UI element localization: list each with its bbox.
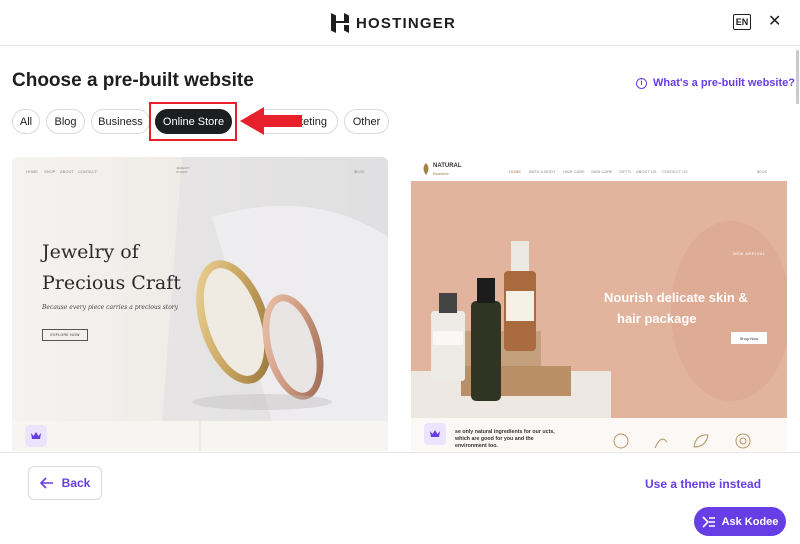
help-link-label: What's a pre-built website? — [653, 77, 795, 89]
leaf-icon — [693, 434, 709, 448]
filter-business[interactable]: Business — [91, 109, 150, 134]
info-icon: i — [636, 77, 647, 89]
back-button[interactable]: Back — [28, 466, 102, 500]
filter-all[interactable]: All — [12, 109, 40, 134]
natural-hero-image: NEW ARRIVAL Nourish delicate skin & hair… — [411, 181, 787, 418]
hero-heading-line1: Nourish delicate skin & — [604, 290, 748, 305]
crown-icon — [430, 430, 440, 437]
template-card-jewelry[interactable]: HOME SHOP ABOUT CONTACT JEWELRY STUDIO $… — [12, 157, 388, 451]
top-bar: HOSTINGER EN ✕ — [0, 0, 800, 46]
premium-badge — [25, 425, 47, 447]
close-icon[interactable]: ✕ — [768, 13, 781, 31]
crown-icon — [31, 432, 41, 439]
nav-item: BATH & BODY — [529, 169, 556, 174]
hero-heading: Nourish delicate skin & hair package — [604, 287, 779, 329]
shop-now-button: Shop Now — [731, 332, 767, 344]
hero-subtitle: Because every piece carries a precious s… — [42, 304, 179, 311]
scrollbar[interactable] — [796, 50, 799, 104]
badge-icon — [735, 433, 751, 449]
premium-badge — [424, 423, 446, 445]
ingredients-text: se only natural ingredients for our ucts… — [455, 429, 555, 449]
filter-blog[interactable]: Blog — [46, 109, 85, 134]
hostinger-logo[interactable]: HOSTINGER — [330, 12, 456, 34]
nav-item: CONTACT US — [662, 169, 688, 174]
template-card-natural-beauties[interactable]: NATURAL Beauties HOME BATH & BODY HAIR C… — [411, 157, 787, 451]
language-selector[interactable]: EN — [733, 14, 751, 30]
use-theme-link[interactable]: Use a theme instead — [645, 477, 761, 491]
hostinger-logo-icon — [331, 13, 349, 33]
help-link[interactable]: i What's a pre-built website? — [636, 77, 795, 89]
annotation-highlight-box — [149, 102, 237, 141]
natural-brand: NATURAL — [433, 163, 462, 169]
hero-heading-line1: Jewelry of — [42, 241, 139, 263]
jewelry-mini-nav: HOME SHOP ABOUT CONTACT JEWELRY STUDIO $… — [12, 157, 388, 185]
hero-heading-line2: Precious Craft — [42, 272, 181, 294]
hero-eyebrow: NEW ARRIVAL — [733, 251, 766, 256]
page-title: Choose a pre-built website — [12, 70, 254, 91]
filter-other[interactable]: Other — [344, 109, 389, 134]
cart-total: $0.00 — [354, 169, 365, 174]
arrow-left-icon — [39, 477, 53, 489]
jewelry-brand: JEWELRY STUDIO — [176, 166, 191, 174]
annotation-arrow-icon — [240, 107, 302, 135]
brand-name: HOSTINGER — [356, 14, 456, 32]
ask-kodee-label: Ask Kodee — [721, 515, 779, 528]
hand-icon — [654, 438, 668, 449]
nav-item: ABOUT US — [636, 169, 657, 174]
face-icon — [613, 433, 629, 449]
nav-item: HOME — [26, 169, 38, 174]
nav-item: SKIN CARE — [591, 169, 613, 174]
hero-heading-line2: hair package — [617, 311, 697, 326]
nav-item: HAIR CARE — [563, 169, 585, 174]
ask-kodee-button[interactable]: Ask Kodee — [694, 507, 786, 536]
nav-item: ABOUT — [60, 169, 74, 174]
cart-total: $0.00 — [757, 169, 768, 174]
nav-item: GIFTS — [619, 169, 631, 174]
leaf-logo-icon — [423, 163, 429, 175]
kodee-icon — [701, 515, 715, 528]
natural-brand-sub: Beauties — [433, 171, 449, 176]
nav-item: HOME — [509, 169, 521, 174]
bottom-bar — [0, 452, 800, 544]
nav-item: SHOP — [44, 169, 56, 174]
nav-item: CONTACT — [78, 169, 98, 174]
explore-button: EXPLORE NOW — [42, 329, 88, 341]
back-button-label: Back — [61, 476, 91, 490]
